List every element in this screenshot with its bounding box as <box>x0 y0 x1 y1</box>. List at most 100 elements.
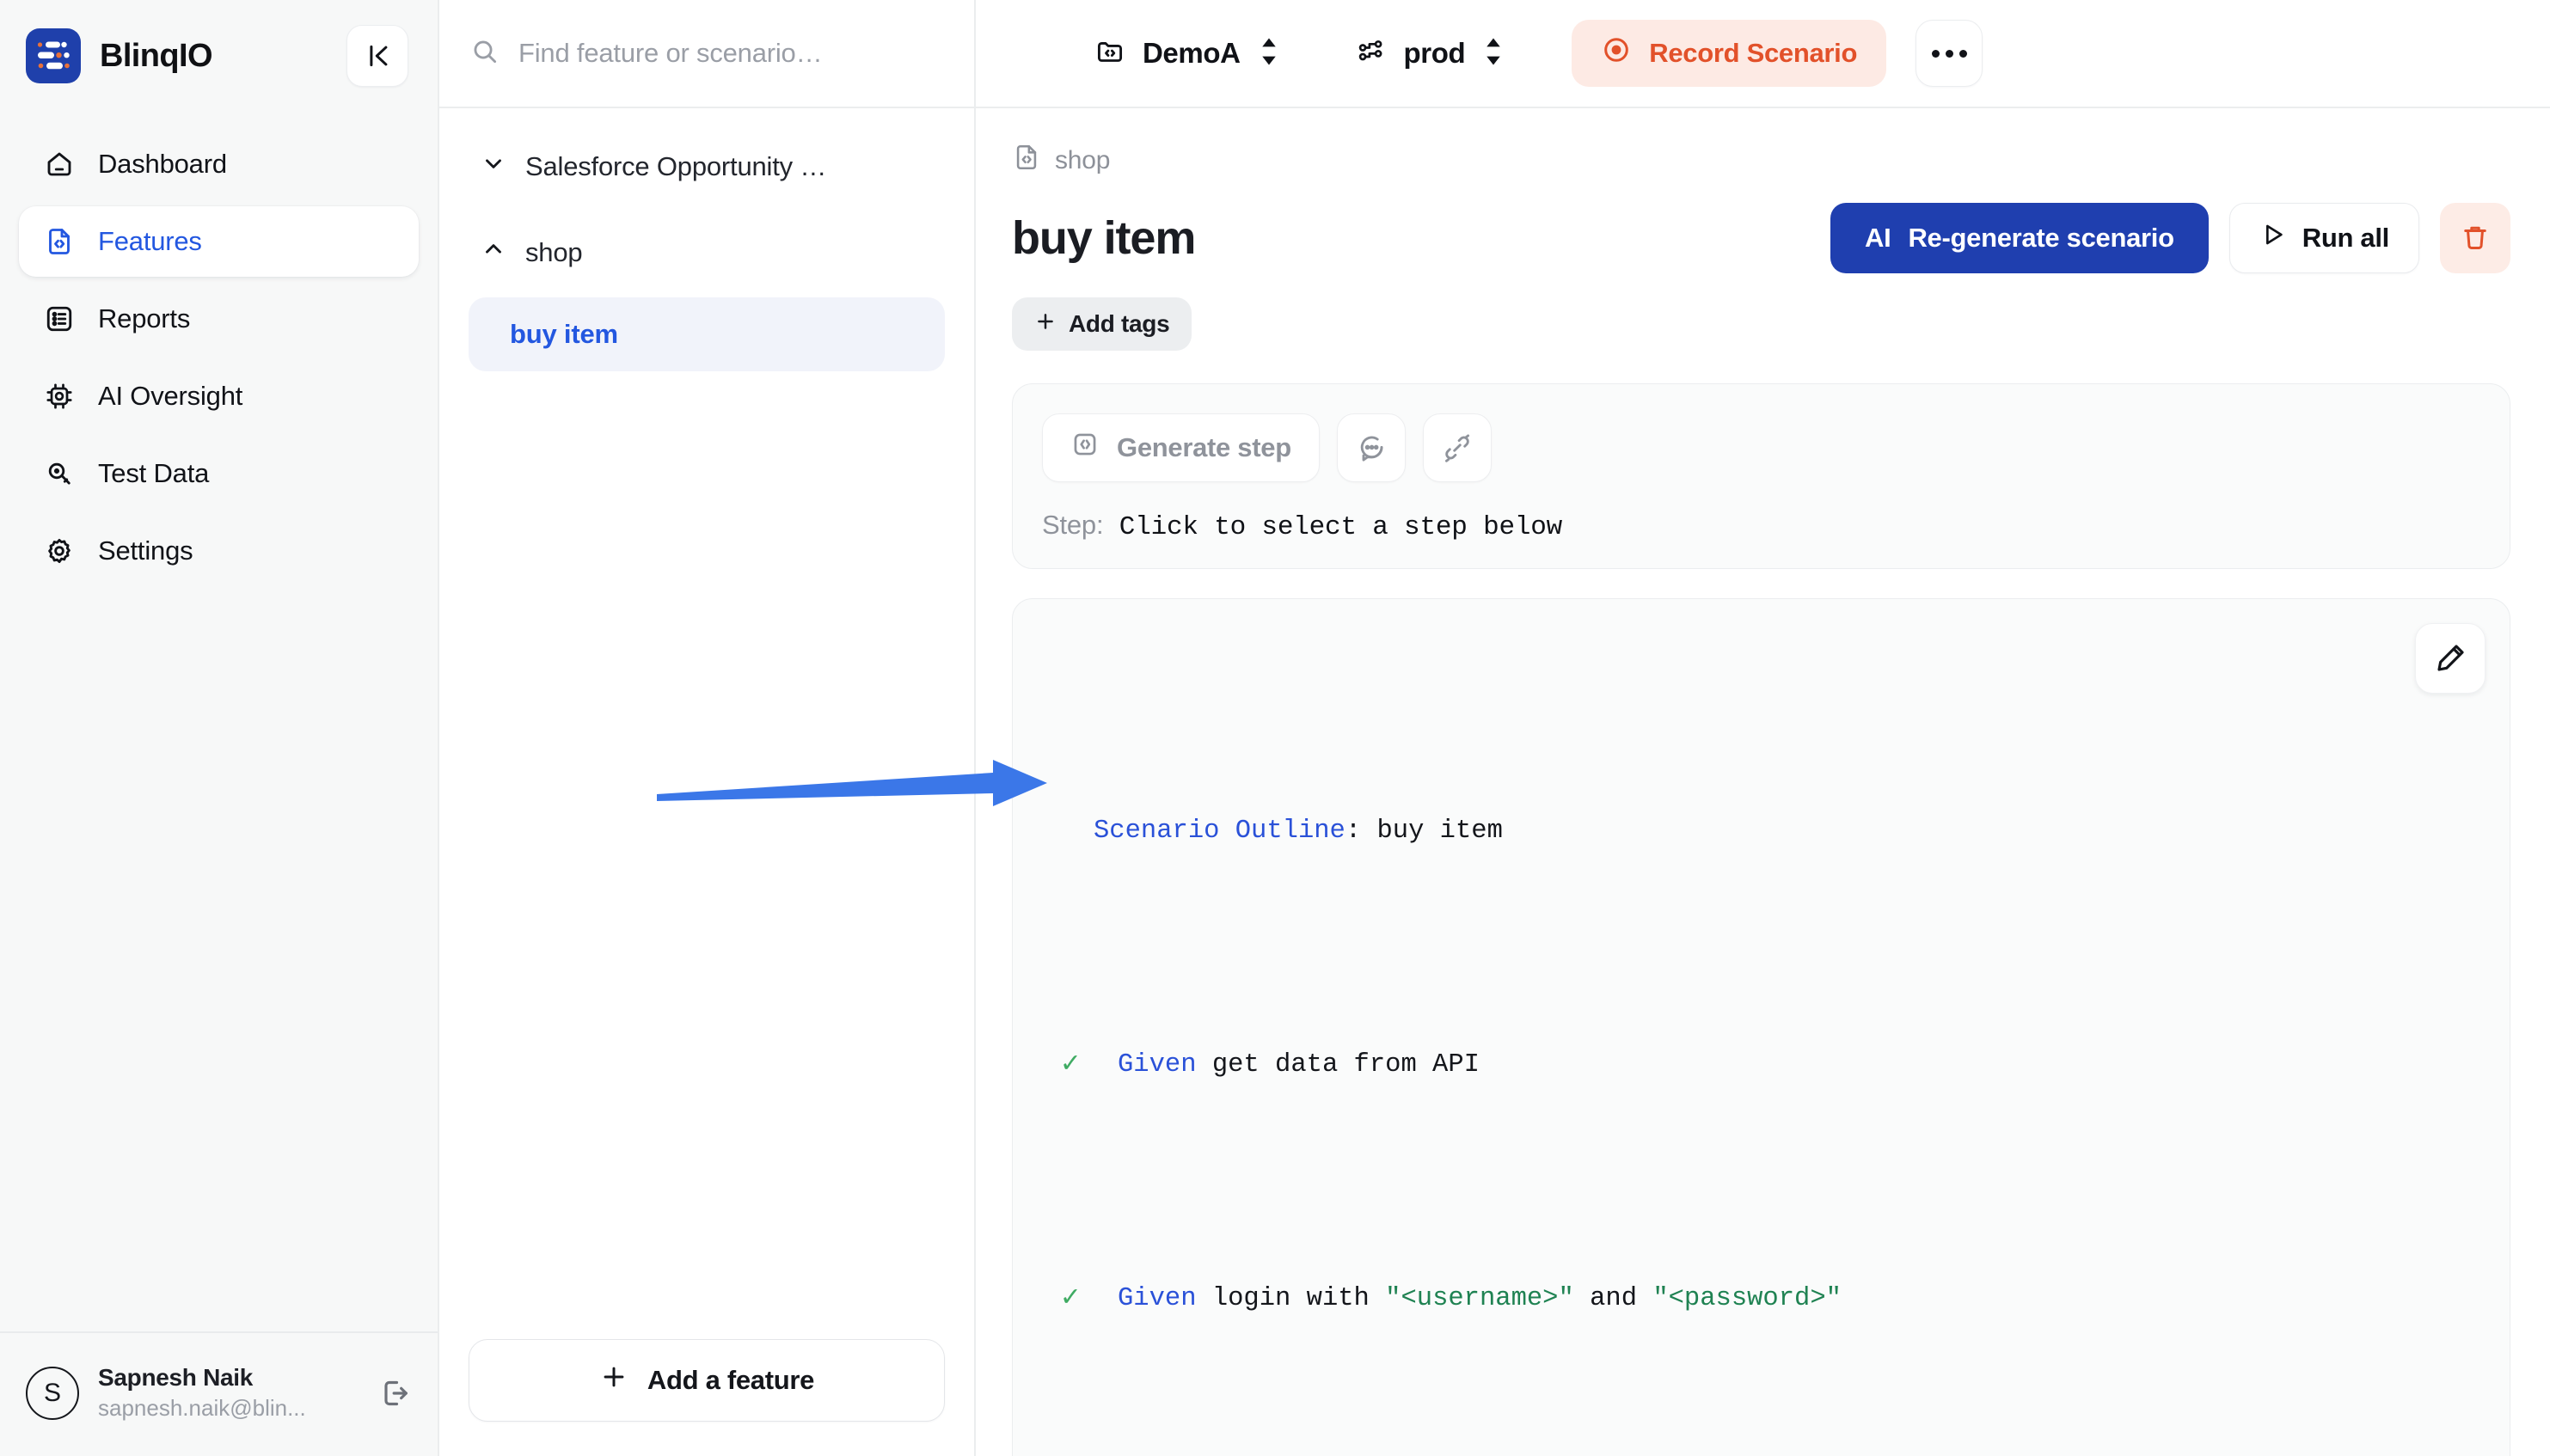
logout-icon[interactable] <box>377 1376 412 1410</box>
user-text: Sapnesh Naik sapnesh.naik@blin... <box>98 1364 306 1422</box>
record-circle-icon <box>1601 34 1632 72</box>
record-scenario-label: Record Scenario <box>1649 38 1858 68</box>
file-code-icon <box>43 225 76 258</box>
app-root: BlinqIO Dashboard Features Reports AI Ov… <box>0 0 2550 1456</box>
chevron-updown-icon <box>1258 37 1280 70</box>
chevron-up-icon <box>481 236 506 269</box>
sidebar-item-test-data[interactable]: Test Data <box>19 438 419 509</box>
delete-scenario-button[interactable] <box>2440 203 2510 273</box>
dots <box>1931 49 1967 58</box>
step-label: Step: <box>1042 510 1104 540</box>
file-code-icon <box>1012 143 1041 179</box>
sidebar: BlinqIO Dashboard Features Reports AI Ov… <box>0 0 439 1456</box>
folder-code-icon <box>1094 36 1125 71</box>
step-part: and <box>1573 1284 1653 1313</box>
add-tags-label: Add tags <box>1069 310 1170 337</box>
tree-scenario-buy-item[interactable]: buy item <box>469 297 945 371</box>
feature-tree: Salesforce Opportunity … shop buy item <box>439 108 974 1339</box>
step-text: Given login with "<username>" and "<pass… <box>1094 1269 1842 1328</box>
record-scenario-button[interactable]: Record Scenario <box>1572 20 1887 87</box>
ai-label: AI <box>1865 223 1891 253</box>
run-all-label: Run all <box>2302 223 2390 253</box>
brand-row: BlinqIO <box>0 0 438 91</box>
home-icon <box>43 148 76 180</box>
sidebar-item-label: Reports <box>98 303 191 333</box>
list-box-icon <box>43 303 76 335</box>
user-profile[interactable]: S Sapnesh Naik sapnesh.naik@blin... <box>0 1331 438 1456</box>
pencil-icon[interactable] <box>2415 623 2486 694</box>
selected-step-line: Step: Click to select a step below <box>1042 510 2480 542</box>
sidebar-item-ai-oversight[interactable]: AI Oversight <box>19 361 419 431</box>
generate-step-button[interactable]: Generate step <box>1042 413 1320 482</box>
sidebar-item-label: Features <box>98 226 202 256</box>
comment-dots-icon[interactable] <box>1336 413 1406 482</box>
topbar: DemoA prod Record Scenario <box>976 0 2550 108</box>
chip-icon <box>43 380 76 413</box>
chevron-updown-icon <box>1482 37 1505 70</box>
scenario-separator: : <box>1345 817 1377 846</box>
title-actions: AI Re-generate scenario Run all <box>1830 203 2510 273</box>
sidebar-item-settings[interactable]: Settings <box>19 516 419 586</box>
more-horizontal-icon[interactable] <box>1916 20 1983 87</box>
step-passed-icon: ✓ <box>1061 1049 1080 1081</box>
scenario-keyword: Scenario Outline <box>1094 817 1345 846</box>
plus-icon <box>1034 310 1057 339</box>
sidebar-item-label: Test Data <box>98 458 210 488</box>
sidebar-item-label: AI Oversight <box>98 381 243 411</box>
key-search-icon <box>43 457 76 490</box>
step-keyword: Given <box>1118 1050 1197 1080</box>
blinqio-logo-icon <box>26 28 81 83</box>
step-keyword: Given <box>1118 1284 1197 1313</box>
user-name: Sapnesh Naik <box>98 1364 254 1391</box>
network-nodes-icon <box>1356 36 1387 71</box>
step-part: get data from API <box>1196 1050 1480 1080</box>
generate-tools: Generate step <box>1042 413 2480 482</box>
regenerate-scenario-button[interactable]: AI Re-generate scenario <box>1830 203 2209 273</box>
step-part: "<username>" <box>1385 1284 1574 1313</box>
breadcrumb-label: shop <box>1055 146 1111 174</box>
generate-step-panel: Generate step Step: Click to select a st… <box>1012 383 2510 569</box>
step-row[interactable]: ✓ Given get data from API <box>1047 1036 2475 1094</box>
sidebar-item-label: Settings <box>98 535 193 566</box>
scenario-outline-text: Scenario Outline: buy item <box>1094 802 1503 860</box>
avatar: S <box>26 1366 79 1420</box>
step-row[interactable]: ✓ Given login with "<username>" and "<pa… <box>1047 1269 2475 1328</box>
scenario-name: buy item <box>1376 817 1503 846</box>
search-input[interactable] <box>518 38 943 69</box>
brand-name: BlinqIO <box>100 37 213 74</box>
project-label: DemoA <box>1143 37 1241 69</box>
tree-feature-label: shop <box>525 237 583 267</box>
unlink-icon[interactable] <box>1422 413 1492 482</box>
step-passed-icon: ✓ <box>1061 1282 1080 1315</box>
play-icon <box>2259 221 2287 255</box>
sidebar-item-reports[interactable]: Reports <box>19 284 419 354</box>
tree-feature-shop[interactable]: shop <box>469 220 945 285</box>
step-part: "<password>" <box>1652 1284 1842 1313</box>
gear-icon <box>43 535 76 567</box>
tree-feature-label: Salesforce Opportunity … <box>525 151 827 181</box>
generate-step-label: Generate step <box>1117 432 1291 462</box>
search-icon <box>470 37 500 70</box>
step-text: Given get data from API <box>1094 1036 1480 1094</box>
add-feature-button[interactable]: Add a feature <box>469 1339 945 1422</box>
sidebar-item-dashboard[interactable]: Dashboard <box>19 129 419 199</box>
feature-tree-panel: Salesforce Opportunity … shop buy item A… <box>439 0 976 1456</box>
avatar-initial: S <box>43 1378 61 1407</box>
regenerate-label: Re-generate scenario <box>1908 223 2174 253</box>
page-title: buy item <box>1012 212 1196 264</box>
sidebar-item-features[interactable]: Features <box>19 206 419 277</box>
add-tags-button[interactable]: Add tags <box>1012 297 1192 351</box>
run-all-button[interactable]: Run all <box>2228 203 2419 273</box>
generate-icon <box>1070 430 1100 466</box>
tree-feature-salesforce[interactable]: Salesforce Opportunity … <box>469 134 945 199</box>
step-part: login with <box>1196 1284 1386 1313</box>
tree-scenario-label: buy item <box>510 319 618 349</box>
user-email: sapnesh.naik@blin... <box>98 1395 306 1421</box>
project-selector[interactable]: DemoA <box>1094 36 1280 71</box>
scenario-code-card: Scenario Outline: buy item ✓ Given get d… <box>1012 598 2510 1456</box>
breadcrumb: shop <box>1012 143 2510 179</box>
main-content: shop buy item AI Re-generate scenario Ru… <box>976 108 2550 1456</box>
add-feature-label: Add a feature <box>647 1365 815 1395</box>
collapse-panel-icon[interactable] <box>346 25 408 87</box>
environment-selector[interactable]: prod <box>1356 36 1505 71</box>
